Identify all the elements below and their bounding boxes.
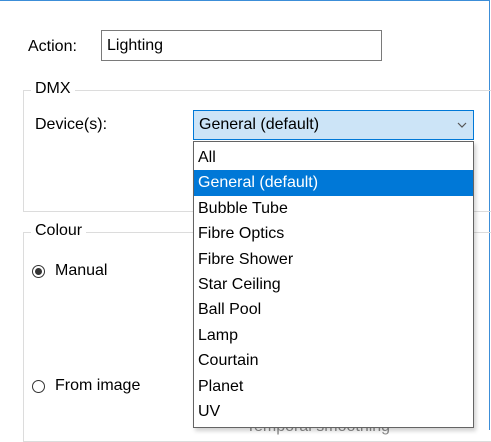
devices-select-value: General (default) — [199, 116, 320, 133]
dropdown-item-planet[interactable]: Planet — [194, 374, 473, 399]
dropdown-item-fibre-shower[interactable]: Fibre Shower — [194, 247, 473, 272]
action-settings-window: Action: DMX Device(s): General (default)… — [0, 0, 491, 442]
dmx-group-legend: DMX — [31, 79, 75, 99]
radio-checked-icon — [32, 264, 45, 278]
dropdown-item-fibre-optics[interactable]: Fibre Optics — [194, 221, 473, 246]
colour-group-legend: Colour — [31, 221, 87, 241]
devices-label: Device(s): — [35, 116, 108, 133]
dropdown-item-lamp[interactable]: Lamp — [194, 323, 473, 348]
from-image-radio-label: From image — [55, 377, 141, 394]
action-input[interactable] — [101, 30, 382, 61]
dropdown-item-all[interactable]: All — [194, 145, 473, 170]
manual-radio-label: Manual — [55, 262, 108, 279]
dropdown-item-bubble-tube[interactable]: Bubble Tube — [194, 196, 473, 221]
dropdown-item-ball-pool[interactable]: Ball Pool — [194, 297, 473, 322]
chevron-down-icon — [457, 122, 467, 128]
devices-select[interactable]: General (default) — [193, 110, 474, 140]
manual-radio[interactable]: Manual — [32, 261, 107, 281]
dropdown-item-courtain[interactable]: Courtain — [194, 348, 473, 373]
dropdown-item-uv[interactable]: UV — [194, 399, 473, 424]
from-image-radio[interactable]: From image — [32, 376, 140, 396]
radio-unchecked-icon — [32, 379, 45, 393]
action-label: Action: — [28, 38, 77, 55]
dropdown-item-star-ceiling[interactable]: Star Ceiling — [194, 272, 473, 297]
devices-dropdown-list[interactable]: All General (default) Bubble Tube Fibre … — [193, 141, 474, 428]
dropdown-item-general[interactable]: General (default) — [194, 170, 473, 196]
